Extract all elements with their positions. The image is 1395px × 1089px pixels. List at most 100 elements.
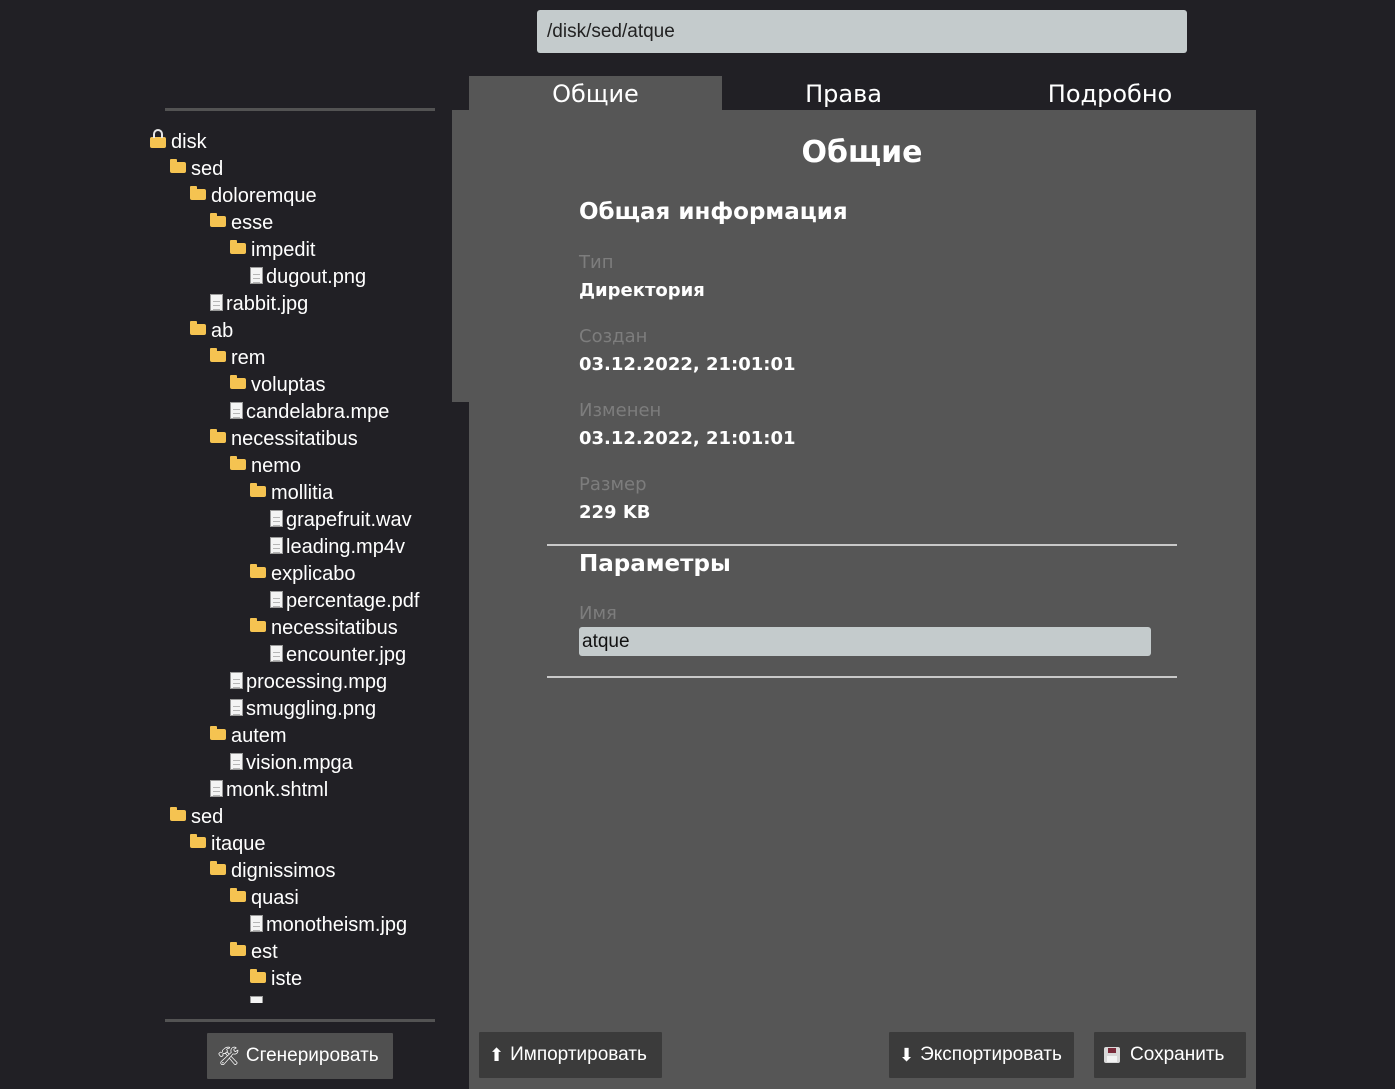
file-icon xyxy=(270,510,283,527)
tree-folder[interactable]: doloremque xyxy=(190,183,317,210)
size-value: 229 KB xyxy=(579,502,651,523)
tree-folder[interactable]: impedit xyxy=(230,237,315,264)
generate-button[interactable]: 🛠 Сгенерировать xyxy=(207,1033,393,1079)
tree-item-label: quasi xyxy=(251,887,299,909)
folder-icon xyxy=(210,726,226,740)
folder-icon xyxy=(210,429,226,443)
tree-folder[interactable]: itaque xyxy=(190,831,266,858)
created-value: 03.12.2022, 21:01:01 xyxy=(579,354,796,375)
import-button-label: Импортировать xyxy=(510,1044,647,1065)
tree-item-label: est xyxy=(251,941,278,963)
modified-label: Изменен xyxy=(579,400,662,421)
arrow-down-icon: ⬇ xyxy=(899,1044,915,1065)
folder-icon xyxy=(250,618,266,632)
file-icon xyxy=(250,996,263,1003)
tree-file[interactable]: dugout.png xyxy=(250,264,366,291)
file-icon xyxy=(270,645,283,662)
tree-item-label: rem xyxy=(231,347,266,369)
name-input[interactable] xyxy=(579,627,1151,656)
file-icon xyxy=(250,267,263,284)
tab-details[interactable]: Подробно xyxy=(965,76,1255,110)
tree-item-label: leading.mp4v xyxy=(286,536,405,558)
tree-item-label: encounter.jpg xyxy=(286,644,407,666)
tree-folder[interactable]: necessitatibus xyxy=(210,426,358,453)
general-info-heading: Общая информация xyxy=(579,199,848,225)
floppy-disk-icon xyxy=(1104,1047,1120,1063)
file-icon xyxy=(230,699,243,716)
tree-item-label: percentage.pdf xyxy=(286,590,420,612)
folder-icon xyxy=(190,834,206,848)
folder-icon xyxy=(190,186,206,200)
tab-general[interactable]: Общие xyxy=(469,76,722,110)
file-icon xyxy=(270,591,283,608)
tree-file[interactable]: monotheism.jpg xyxy=(250,912,407,939)
type-value: Директория xyxy=(579,280,705,301)
folder-icon xyxy=(190,321,206,335)
tree-item-label: autem xyxy=(231,725,287,747)
tree-item-label: monk.shtml xyxy=(226,779,329,801)
tree-folder[interactable]: disk xyxy=(150,129,207,156)
type-label: Тип xyxy=(579,252,614,273)
tree-item-label: smuggling.png xyxy=(246,698,377,720)
tree-folder[interactable]: dignissimos xyxy=(210,858,335,885)
file-tree[interactable]: disk sed doloremque esse impedit dugout.png ra… xyxy=(148,129,448,1003)
tree-folder[interactable]: esse xyxy=(210,210,273,237)
created-label: Создан xyxy=(579,326,648,347)
arrow-up-icon: ⬆ xyxy=(489,1044,505,1065)
tree-folder[interactable]: quasi xyxy=(230,885,299,912)
tree-file[interactable]: percentage.pdf xyxy=(270,588,419,615)
tree-folder[interactable]: autem xyxy=(210,723,287,750)
tree-file[interactable]: rabbit.jpg xyxy=(210,291,308,318)
import-button[interactable]: ⬆ Импортировать xyxy=(479,1032,662,1078)
tree-folder[interactable]: mollitia xyxy=(250,480,333,507)
save-button-label: Сохранить xyxy=(1130,1044,1225,1065)
tree-folder[interactable]: iste xyxy=(250,966,302,993)
file-icon xyxy=(210,780,223,797)
tree-item-label: necessitatibus xyxy=(271,617,398,639)
tree-item-label: grapefruit.wav xyxy=(286,509,412,531)
folder-icon xyxy=(210,348,226,362)
folder-icon xyxy=(230,456,246,470)
tree-item-label: mollitia xyxy=(271,482,334,504)
tree-file[interactable]: monk.shtml xyxy=(210,777,328,804)
tree-item-label: nemo xyxy=(251,455,302,477)
tree-folder[interactable]: est xyxy=(230,939,278,966)
tree-item-label: sed xyxy=(191,158,224,180)
tree-file[interactable]: vision.mpga xyxy=(230,750,353,777)
folder-icon xyxy=(210,861,226,875)
tree-folder[interactable]: nemo xyxy=(230,453,301,480)
tree-item-label: necessitatibus xyxy=(231,428,358,450)
tools-icon: 🛠 xyxy=(217,1045,240,1066)
tree-file[interactable]: candelabra.mpe xyxy=(230,399,389,426)
save-button[interactable]: Сохранить xyxy=(1094,1032,1246,1078)
tree-file[interactable]: leading.mp4v xyxy=(270,534,405,561)
tree-folder[interactable]: explicabo xyxy=(250,561,356,588)
tree-item-label: rabbit.jpg xyxy=(226,293,309,315)
tree-file[interactable]: processing.mpg xyxy=(230,669,387,696)
tree-file[interactable]: grapefruit.wav xyxy=(270,507,412,534)
lock-icon xyxy=(150,129,166,148)
tree-item-label: sed xyxy=(191,806,224,828)
tree-item-label: processing.mpg xyxy=(246,671,388,693)
tree-folder[interactable]: sed xyxy=(170,156,223,183)
tree-folder[interactable]: ab xyxy=(190,318,233,345)
tree-item-label: dignissimos xyxy=(231,860,336,882)
params-heading: Параметры xyxy=(579,551,731,577)
tree-file[interactable] xyxy=(250,993,266,1003)
path-input[interactable] xyxy=(537,10,1187,53)
tree-folder[interactable]: voluptas xyxy=(230,372,326,399)
tree-item-label: explicabo xyxy=(271,563,356,585)
folder-icon xyxy=(250,483,266,497)
tree-folder[interactable]: rem xyxy=(210,345,265,372)
file-icon xyxy=(250,915,263,932)
tree-folder[interactable]: necessitatibus xyxy=(250,615,398,642)
export-button[interactable]: ⬇ Экспортировать xyxy=(889,1032,1074,1078)
tree-item-label: ab xyxy=(211,320,234,342)
tab-rights[interactable]: Права xyxy=(722,76,965,110)
tree-file[interactable]: smuggling.png xyxy=(230,696,376,723)
tree-item-label: doloremque xyxy=(211,185,317,207)
size-label: Размер xyxy=(579,474,647,495)
tree-file[interactable]: encounter.jpg xyxy=(270,642,406,669)
tree-folder[interactable]: sed xyxy=(170,804,223,831)
tree-item-label: esse xyxy=(231,212,274,234)
